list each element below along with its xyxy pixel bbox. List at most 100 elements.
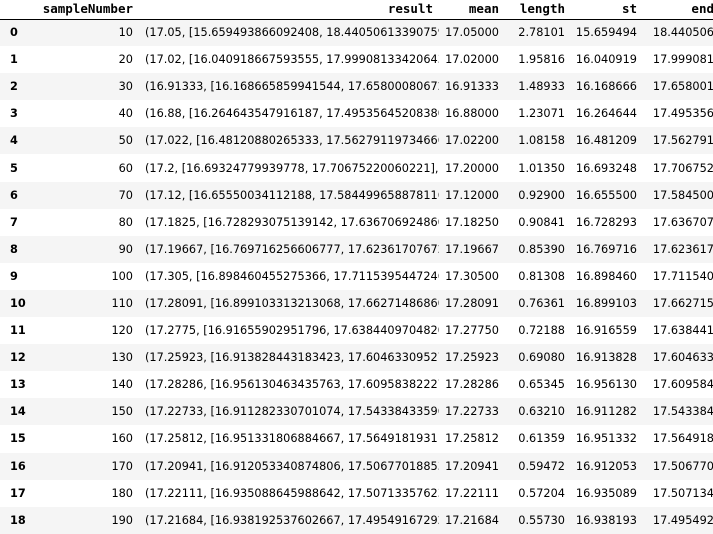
row-index: 5 (10, 161, 18, 175)
row-index: 11 (10, 324, 26, 338)
header-result: result (139, 0, 439, 20)
cell-result: (17.19667, [16.769716256606777, 17.62361… (145, 242, 439, 256)
cell-result: (17.28286, [16.956130463435763, 17.60958… (145, 378, 439, 392)
table-row: 3 40 (16.88, [16.264643547916187, 17.495… (0, 100, 713, 128)
cell-sampleNumber: 10 (118, 26, 133, 40)
cell-sampleNumber: 120 (111, 324, 133, 338)
cell-end: 17.706752 (652, 161, 713, 175)
cell-length: 1.48933 (518, 80, 565, 94)
cell-st: 16.655500 (575, 188, 637, 202)
cell-result: (17.25812, [16.951331806884667, 17.56491… (145, 432, 439, 446)
cell-sampleNumber: 40 (118, 107, 133, 121)
row-index: 9 (10, 269, 18, 283)
cell-length: 0.55730 (518, 513, 565, 527)
cell-length: 1.95816 (518, 53, 565, 67)
header-sampleNumber: sampleNumber (33, 0, 139, 20)
cell-st: 16.938193 (575, 513, 637, 527)
cell-length: 0.57204 (518, 486, 565, 500)
cell-mean: 17.22111 (445, 486, 499, 500)
row-index: 1 (10, 53, 18, 67)
cell-end: 17.999081 (652, 53, 713, 67)
table-row: 5 60 (17.2, [16.69324779939778, 17.70675… (0, 154, 713, 182)
cell-end: 17.636707 (652, 215, 713, 229)
cell-end: 17.506770 (652, 459, 713, 473)
cell-mean: 17.20000 (445, 161, 499, 175)
table-row: 2 30 (16.91333, [16.168665859941544, 17.… (0, 73, 713, 101)
cell-end: 17.623617 (652, 242, 713, 256)
cell-sampleNumber: 140 (111, 378, 133, 392)
cell-end: 17.662715 (652, 296, 713, 310)
cell-length: 0.90841 (518, 215, 565, 229)
cell-length: 1.23071 (518, 107, 565, 121)
cell-length: 0.72188 (518, 324, 565, 338)
row-index: 15 (10, 432, 26, 446)
table-row: 17 180 (17.22111, [16.935088645988642, 1… (0, 479, 713, 507)
table-row: 16 170 (17.20941, [16.912053340874806, 1… (0, 452, 713, 480)
row-index: 14 (10, 405, 26, 419)
row-index: 12 (10, 351, 26, 365)
cell-result: (17.12, [16.65550034112188, 17.584499658… (145, 188, 439, 202)
cell-sampleNumber: 30 (118, 80, 133, 94)
cell-end: 17.711540 (652, 269, 713, 283)
table-row: 14 150 (17.22733, [16.911282330701074, 1… (0, 398, 713, 426)
cell-mean: 16.88000 (445, 107, 499, 121)
table-row: 12 130 (17.25923, [16.913828443183423, 1… (0, 344, 713, 372)
cell-sampleNumber: 130 (111, 351, 133, 365)
table-row: 13 140 (17.28286, [16.956130463435763, 1… (0, 371, 713, 399)
cell-mean: 17.22733 (445, 405, 499, 419)
cell-st: 16.168666 (575, 80, 637, 94)
header-end: end (643, 0, 713, 20)
header-index (0, 0, 33, 20)
cell-result: (16.88, [16.264643547916187, 17.49535645… (145, 107, 439, 121)
cell-end: 17.507134 (652, 486, 713, 500)
cell-st: 16.956130 (575, 378, 637, 392)
cell-end: 17.562791 (652, 134, 713, 148)
cell-result: (17.022, [16.48120880265333, 17.56279119… (145, 134, 439, 148)
cell-mean: 17.28091 (445, 296, 499, 310)
cell-mean: 16.91333 (445, 80, 499, 94)
cell-st: 16.264644 (575, 107, 637, 121)
table-row: 10 110 (17.28091, [16.899103313213068, 1… (0, 289, 713, 318)
row-index: 2 (10, 80, 18, 94)
cell-sampleNumber: 100 (111, 269, 133, 283)
cell-result: (17.20941, [16.912053340874806, 17.50677… (145, 459, 439, 473)
cell-sampleNumber: 190 (111, 513, 133, 527)
cell-end: 17.658001 (652, 80, 713, 94)
cell-end: 17.584500 (652, 188, 713, 202)
row-index: 18 (10, 513, 26, 527)
table-row: 7 80 (17.1825, [16.728293075139142, 17.6… (0, 208, 713, 236)
header-length: length (505, 0, 571, 20)
cell-sampleNumber: 50 (118, 134, 133, 148)
cell-st: 16.769716 (575, 242, 637, 256)
table-row: 11 120 (17.2775, [16.91655902951796, 17.… (0, 317, 713, 345)
cell-end: 17.609584 (652, 378, 713, 392)
cell-result: (17.02, [16.040918667593555, 17.99908133… (145, 53, 439, 67)
cell-mean: 17.25923 (445, 351, 499, 365)
cell-result: (17.28091, [16.899103313213068, 17.66271… (145, 296, 439, 310)
dataframe-table: sampleNumber result mean length st end 0… (0, 0, 713, 534)
cell-mean: 17.19667 (445, 242, 499, 256)
cell-mean: 17.05000 (445, 26, 499, 40)
cell-st: 16.913828 (575, 351, 637, 365)
row-index: 3 (10, 107, 18, 121)
cell-end: 18.440506 (652, 26, 713, 40)
row-index: 7 (10, 215, 18, 229)
cell-end: 17.638441 (652, 324, 713, 338)
table-row: 4 50 (17.022, [16.48120880265333, 17.562… (0, 127, 713, 155)
cell-length: 0.69080 (518, 351, 565, 365)
table-row: 6 70 (17.12, [16.65550034112188, 17.5844… (0, 181, 713, 209)
row-index: 6 (10, 188, 18, 202)
cell-sampleNumber: 70 (118, 188, 133, 202)
cell-result: (17.21684, [16.938192537602667, 17.49549… (145, 513, 439, 527)
header-mean: mean (439, 0, 505, 20)
cell-length: 0.61359 (518, 432, 565, 446)
cell-end: 17.495492 (652, 513, 713, 527)
cell-mean: 17.28286 (445, 378, 499, 392)
cell-sampleNumber: 160 (111, 432, 133, 446)
cell-sampleNumber: 170 (111, 459, 133, 473)
cell-length: 0.76361 (518, 296, 565, 310)
cell-length: 2.78101 (518, 26, 565, 40)
cell-result: (17.2, [16.69324779939778, 17.7067522006… (145, 161, 439, 175)
cell-result: (17.1825, [16.728293075139142, 17.636706… (145, 215, 439, 229)
cell-st: 16.898460 (575, 269, 637, 283)
